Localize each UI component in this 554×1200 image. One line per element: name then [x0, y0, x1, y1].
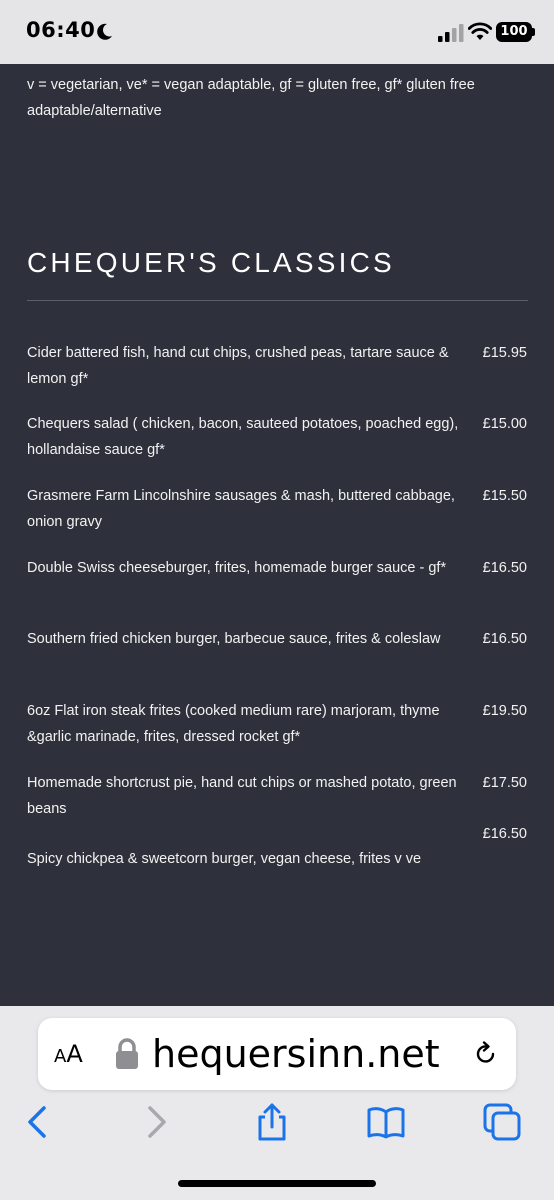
- menu-item-price: £16.50: [482, 826, 527, 842]
- menu-item-description: Homemade shortcrust pie, hand cut chips …: [27, 775, 457, 817]
- lock-icon: [116, 1038, 138, 1069]
- menu-item-price: £17.50: [482, 775, 527, 791]
- moon-icon: [97, 23, 112, 40]
- menu-item-description: Double Swiss cheeseburger, frites, homem…: [27, 560, 447, 576]
- tabs-icon[interactable]: [482, 1102, 522, 1142]
- menu-item-price: £15.50: [482, 488, 527, 504]
- back-chevron-icon[interactable]: [18, 1102, 58, 1142]
- section-divider: [27, 300, 528, 301]
- menu-item-description: 6oz Flat iron steak frites (cooked mediu…: [27, 703, 440, 745]
- menu-item-price: £16.50: [482, 560, 527, 576]
- browser-toolbar: AA hequersinn.net: [0, 1006, 554, 1200]
- section-title: CHEQUER'S CLASSICS: [27, 247, 395, 278]
- dietary-legend: v = vegetarian, ve* = vegan adaptable, g…: [27, 77, 475, 119]
- battery-tip: [532, 28, 535, 36]
- menu-item-price: £19.50: [482, 703, 527, 719]
- home-indicator: [178, 1180, 376, 1187]
- menu-item-description: Cider battered fish, hand cut chips, cru…: [27, 345, 449, 387]
- forward-chevron-icon[interactable]: [136, 1102, 176, 1142]
- reload-icon[interactable]: [472, 1040, 500, 1068]
- bookmarks-icon[interactable]: [366, 1102, 406, 1142]
- menu-item-price: £15.00: [482, 416, 527, 432]
- menu-item-price: £16.50: [482, 631, 527, 647]
- battery-icon: 100: [496, 22, 532, 42]
- menu-item-description: Grasmere Farm Lincolnshire sausages & ma…: [27, 488, 455, 530]
- address-bar[interactable]: AA hequersinn.net: [38, 1018, 516, 1090]
- url-text[interactable]: hequersinn.net: [152, 1030, 472, 1078]
- menu-item-price: £15.95: [482, 345, 527, 361]
- status-time: 06:40: [26, 18, 96, 42]
- menu-item-description: Spicy chickpea & sweetcorn burger, vegan…: [27, 851, 422, 867]
- status-bar: 06:40 100: [0, 0, 554, 64]
- wifi-icon: [468, 22, 492, 40]
- menu-item-description: Southern fried chicken burger, barbecue …: [27, 631, 441, 647]
- cellular-signal-icon: [438, 24, 464, 42]
- page-content: v = vegetarian, ve* = vegan adaptable, g…: [0, 64, 554, 1006]
- menu-item-description: Chequers salad ( chicken, bacon, sauteed…: [27, 416, 459, 458]
- battery-level: 100: [500, 24, 528, 39]
- share-icon[interactable]: [252, 1102, 292, 1142]
- page-settings-button[interactable]: AA: [54, 1040, 83, 1068]
